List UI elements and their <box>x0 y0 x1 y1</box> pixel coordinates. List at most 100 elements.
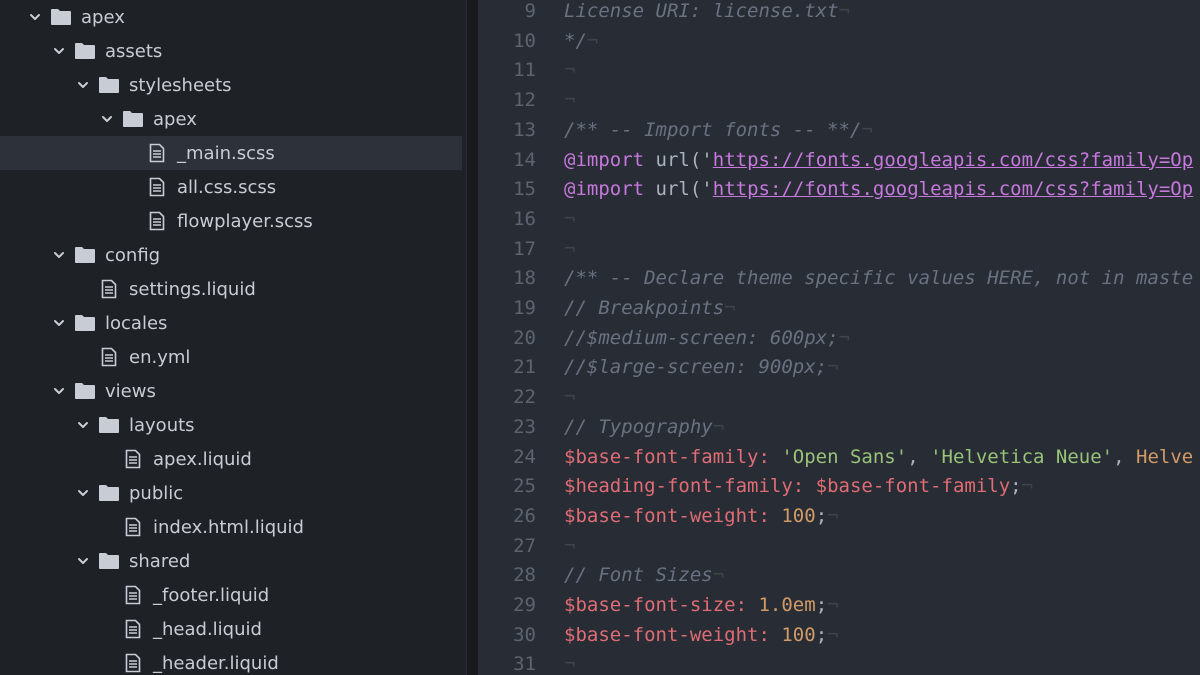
chevron-down-icon[interactable] <box>52 384 66 398</box>
tree-file[interactable]: _footer.liquid <box>0 578 462 612</box>
code-token: ; <box>1010 475 1022 498</box>
tree-item-label: apex.liquid <box>153 448 252 470</box>
panel-resize-handle[interactable] <box>466 0 478 675</box>
tree-file[interactable]: _head.liquid <box>0 612 462 646</box>
tree-folder[interactable]: layouts <box>0 408 462 442</box>
invisible-char: ¬ <box>861 118 873 141</box>
chevron-down-icon[interactable] <box>76 418 90 432</box>
tree-file[interactable]: flowplayer.scss <box>0 204 462 238</box>
tree-file[interactable]: en.yml <box>0 340 462 374</box>
line-number: 31 <box>513 653 536 675</box>
tree-file[interactable]: index.html.liquid <box>0 510 462 544</box>
code-line[interactable]: 18 /** -- Declare theme specific values H… <box>478 263 1200 293</box>
folder-icon <box>98 483 120 503</box>
chevron-down-icon[interactable] <box>52 316 66 330</box>
line-number: 30 <box>513 623 536 646</box>
code-token: 100 <box>781 623 816 646</box>
code-line[interactable]: 11 ¬ <box>478 55 1200 85</box>
code-line[interactable]: 16 ¬ <box>478 204 1200 234</box>
tree-folder[interactable]: shared <box>0 544 462 578</box>
tree-file[interactable]: all.css.scss <box>0 170 462 204</box>
tree-folder[interactable]: assets <box>0 34 462 68</box>
code-token: @import <box>564 148 645 171</box>
tree-item-label: config <box>105 244 161 266</box>
chevron-down-icon[interactable] <box>76 486 90 500</box>
chevron-down-icon[interactable] <box>52 248 66 262</box>
line-number: 11 <box>513 59 536 82</box>
chevron-down-icon[interactable] <box>28 10 42 24</box>
chevron-down-icon[interactable] <box>52 44 66 58</box>
tree-folder[interactable]: stylesheets <box>0 68 462 102</box>
invisible-char: ¬ <box>838 0 850 22</box>
code-line[interactable]: 30 $base-font-weight: 100; ¬ <box>478 620 1200 650</box>
code-line[interactable]: 27 ¬ <box>478 531 1200 561</box>
chevron-down-icon[interactable] <box>100 112 114 126</box>
file-icon <box>98 347 120 367</box>
code-token: //$large-screen: 900px; <box>564 356 828 379</box>
code-token: // Typography <box>564 415 713 438</box>
code-line[interactable]: 24 $base-font-family: 'Open Sans', 'Helve… <box>478 442 1200 472</box>
tree-item-label: _main.scss <box>177 142 275 164</box>
code-line[interactable]: 31 ¬ <box>478 649 1200 675</box>
line-number: 18 <box>513 267 536 290</box>
folder-icon <box>98 415 120 435</box>
code-line[interactable]: 15 @import url (' https://fonts.googleapis.… <box>478 174 1200 204</box>
invisible-char: ¬ <box>827 594 839 616</box>
tree-file[interactable]: _header.liquid <box>0 646 462 675</box>
invisible-char: ¬ <box>712 415 725 438</box>
code-token: ; <box>815 504 828 527</box>
line-number: 13 <box>513 118 536 141</box>
code-token: url <box>655 148 690 171</box>
tree-folder[interactable]: apex <box>0 0 462 34</box>
code-editor[interactable]: 9 License URI: license.txt ¬ 10 */¬ 11 ¬ 12 ¬ 13/… <box>478 0 1200 675</box>
tree-item-label: apex <box>81 6 125 28</box>
tree-folder[interactable]: apex <box>0 102 462 136</box>
chevron-down-icon[interactable] <box>76 554 90 568</box>
invisible-char: ¬ <box>564 237 576 260</box>
code-line[interactable]: 10 */¬ <box>478 26 1200 56</box>
tree-file[interactable]: settings.liquid <box>0 272 462 306</box>
invisible-char: ¬ <box>724 297 736 319</box>
tree-item-label: public <box>129 482 184 504</box>
code-line[interactable]: 29 $base-font-size: 1.0em; ¬ <box>478 590 1200 620</box>
tree-item-label: shared <box>129 550 191 572</box>
tree-item-label: all.css.scss <box>177 176 277 198</box>
code-line[interactable]: 20 //$medium-screen: 600px; ¬ <box>478 323 1200 353</box>
code-line[interactable]: 21 //$large-screen: 900px; ¬ <box>478 352 1200 382</box>
invisible-char: ¬ <box>564 386 576 409</box>
invisible-char: ¬ <box>564 89 576 112</box>
code-token: https://fonts.googleapis.com/css?family=… <box>712 178 1194 201</box>
line-number: 12 <box>513 89 536 112</box>
tree-item-label: stylesheets <box>129 74 232 96</box>
tree-folder[interactable]: public <box>0 476 462 510</box>
code-line[interactable]: 25 $heading-font-family: $base-font-famil… <box>478 471 1200 501</box>
tree-folder[interactable]: config <box>0 238 462 272</box>
code-line[interactable]: 9 License URI: license.txt ¬ <box>478 0 1200 26</box>
chevron-down-icon[interactable] <box>76 78 90 92</box>
code-token: , <box>1113 445 1137 468</box>
code-line[interactable]: 28 // Font Sizes ¬ <box>478 560 1200 590</box>
code-line[interactable]: 22 ¬ <box>478 382 1200 412</box>
code-line[interactable]: 13 /** -- Import fonts -- **/¬ <box>478 115 1200 145</box>
code-token: , <box>907 445 931 468</box>
tree-folder[interactable]: views <box>0 374 462 408</box>
code-line[interactable]: 17 ¬ <box>478 234 1200 264</box>
code-line[interactable]: 14 @import url (' https://fonts.googleapis.… <box>478 145 1200 175</box>
tree-file[interactable]: _main.scss <box>0 136 462 170</box>
tree-item-label: layouts <box>129 414 195 436</box>
line-number: 26 <box>513 504 536 527</box>
file-icon <box>122 517 144 537</box>
tree-item-label: _footer.liquid <box>153 584 270 606</box>
code-token: $base-font-size: <box>564 594 748 616</box>
line-number: 16 <box>513 207 536 230</box>
code-line[interactable]: 23 // Typography ¬ <box>478 412 1200 442</box>
code-line[interactable]: 12 ¬ <box>478 85 1200 115</box>
code-line[interactable]: 19 // Breakpoints ¬ <box>478 293 1200 323</box>
tree-file[interactable]: apex.liquid <box>0 442 462 476</box>
code-line[interactable]: 26 $base-font-weight: 100; ¬ <box>478 501 1200 531</box>
code-token: @import <box>564 178 645 201</box>
tree-folder[interactable]: locales <box>0 306 462 340</box>
line-number: 10 <box>513 29 536 52</box>
